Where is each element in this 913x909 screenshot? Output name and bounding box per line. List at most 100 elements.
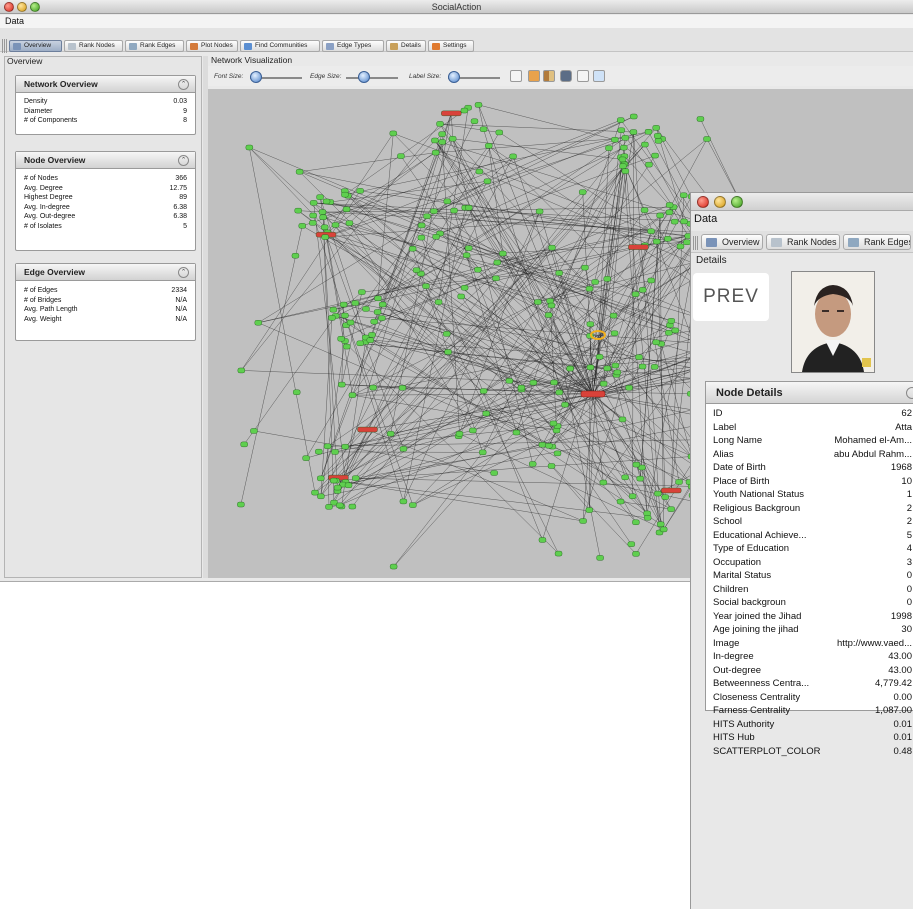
graph-node[interactable]: [611, 362, 620, 369]
graph-node[interactable]: [321, 234, 329, 240]
graph-node[interactable]: [370, 318, 378, 325]
graph-node[interactable]: [656, 212, 664, 219]
graph-node[interactable]: [240, 441, 248, 448]
graph-node[interactable]: [493, 259, 501, 266]
graph-node[interactable]: [641, 141, 649, 148]
graph-node[interactable]: [609, 312, 618, 319]
font-size-slider-knob[interactable]: [250, 71, 262, 83]
graph-node[interactable]: [696, 116, 705, 122]
graph-node[interactable]: [652, 339, 660, 345]
graph-node[interactable]: [331, 449, 339, 455]
graph-node[interactable]: [341, 191, 349, 198]
graph-node[interactable]: [653, 238, 661, 245]
graph-node[interactable]: [596, 555, 604, 561]
close-window-button[interactable]: [697, 196, 709, 208]
graph-node[interactable]: [465, 205, 473, 211]
graph-node[interactable]: [680, 192, 688, 198]
graph-node[interactable]: [397, 153, 405, 159]
graph-node[interactable]: [479, 388, 488, 394]
graph-node[interactable]: [657, 521, 665, 527]
graph-node[interactable]: [348, 503, 357, 510]
graph-node[interactable]: [579, 189, 587, 195]
graph-node[interactable]: [630, 113, 638, 120]
graph-node[interactable]: [665, 202, 674, 208]
graph-node[interactable]: [469, 427, 477, 434]
graph-node[interactable]: [664, 236, 672, 242]
graph-node[interactable]: [366, 337, 374, 343]
graph-node[interactable]: [610, 330, 619, 336]
graph-node[interactable]: [629, 129, 638, 135]
graph-node[interactable]: [535, 208, 544, 215]
graph-node[interactable]: [529, 379, 538, 386]
graph-node[interactable]: [671, 327, 679, 334]
graph-node[interactable]: [599, 381, 608, 387]
graph-node[interactable]: [438, 131, 446, 137]
graph-node[interactable]: [342, 206, 351, 212]
edge-size-slider[interactable]: [346, 77, 398, 79]
toolbar-button[interactable]: Rank Nodes: [64, 40, 123, 52]
graph-node[interactable]: [636, 475, 644, 482]
graph-node[interactable]: [293, 389, 301, 395]
toolbar-grip[interactable]: [2, 39, 8, 53]
graph-node[interactable]: [362, 306, 370, 312]
graph-node[interactable]: [378, 315, 386, 321]
graph-node[interactable]: [358, 289, 366, 295]
pause-icon[interactable]: [577, 70, 589, 82]
graph-node[interactable]: [398, 385, 407, 391]
graph-node[interactable]: [328, 315, 336, 321]
zoom-window-button[interactable]: [731, 196, 743, 208]
graph-node[interactable]: [640, 207, 649, 213]
graph-node[interactable]: [330, 477, 338, 484]
edge-color-button[interactable]: [543, 70, 555, 82]
graph-node[interactable]: [680, 218, 688, 225]
graph-node[interactable]: [449, 136, 457, 142]
graph-node[interactable]: [465, 245, 473, 251]
graph-node[interactable]: [620, 144, 628, 151]
toolbar-grip[interactable]: [693, 236, 699, 250]
graph-node[interactable]: [603, 365, 611, 372]
graph-node[interactable]: [422, 283, 430, 289]
graph-node[interactable]: [345, 220, 354, 226]
graph-node[interactable]: [352, 475, 360, 481]
graph-node[interactable]: [632, 519, 640, 525]
graph-node[interactable]: [485, 143, 493, 149]
menu-data[interactable]: Data: [5, 16, 24, 26]
graph-node[interactable]: [430, 208, 438, 214]
graph-node[interactable]: [337, 336, 345, 342]
graph-node[interactable]: [603, 276, 611, 282]
graph-node[interactable]: [341, 443, 349, 450]
graph-node[interactable]: [670, 218, 679, 225]
graph-node[interactable]: [547, 463, 556, 469]
graph-node[interactable]: [632, 551, 640, 557]
graph-node[interactable]: [618, 416, 627, 423]
graph-node[interactable]: [344, 482, 353, 488]
graph-node[interactable]: [628, 493, 637, 499]
graph-node[interactable]: [654, 490, 662, 497]
graph-node[interactable]: [245, 144, 254, 151]
toolbar-button[interactable]: Find Communities: [240, 40, 320, 52]
graph-node[interactable]: [474, 102, 483, 108]
graph-node[interactable]: [555, 389, 563, 396]
graph-node[interactable]: [356, 340, 364, 346]
graph-node[interactable]: [544, 312, 553, 318]
graph-node[interactable]: [665, 209, 674, 216]
graph-node[interactable]: [676, 243, 685, 250]
graph-node[interactable]: [315, 448, 323, 455]
graph-node[interactable]: [321, 224, 329, 230]
graph-node[interactable]: [635, 354, 643, 360]
prev-button[interactable]: PREV: [693, 273, 769, 321]
graph-node[interactable]: [298, 223, 306, 229]
graph-node[interactable]: [625, 385, 633, 391]
collapse-icon[interactable]: ⌃: [178, 79, 189, 90]
graph-node[interactable]: [621, 474, 629, 481]
graph-node[interactable]: [505, 378, 514, 384]
graph-node[interactable]: [237, 367, 246, 374]
graph-node[interactable]: [617, 127, 625, 133]
graph-node[interactable]: [618, 156, 627, 163]
graph-node[interactable]: [323, 443, 332, 449]
graph-node[interactable]: [561, 402, 569, 408]
graph-node[interactable]: [483, 178, 492, 184]
graph-node[interactable]: [475, 168, 484, 175]
graph-node[interactable]: [627, 541, 636, 547]
graph-node[interactable]: [318, 209, 327, 215]
